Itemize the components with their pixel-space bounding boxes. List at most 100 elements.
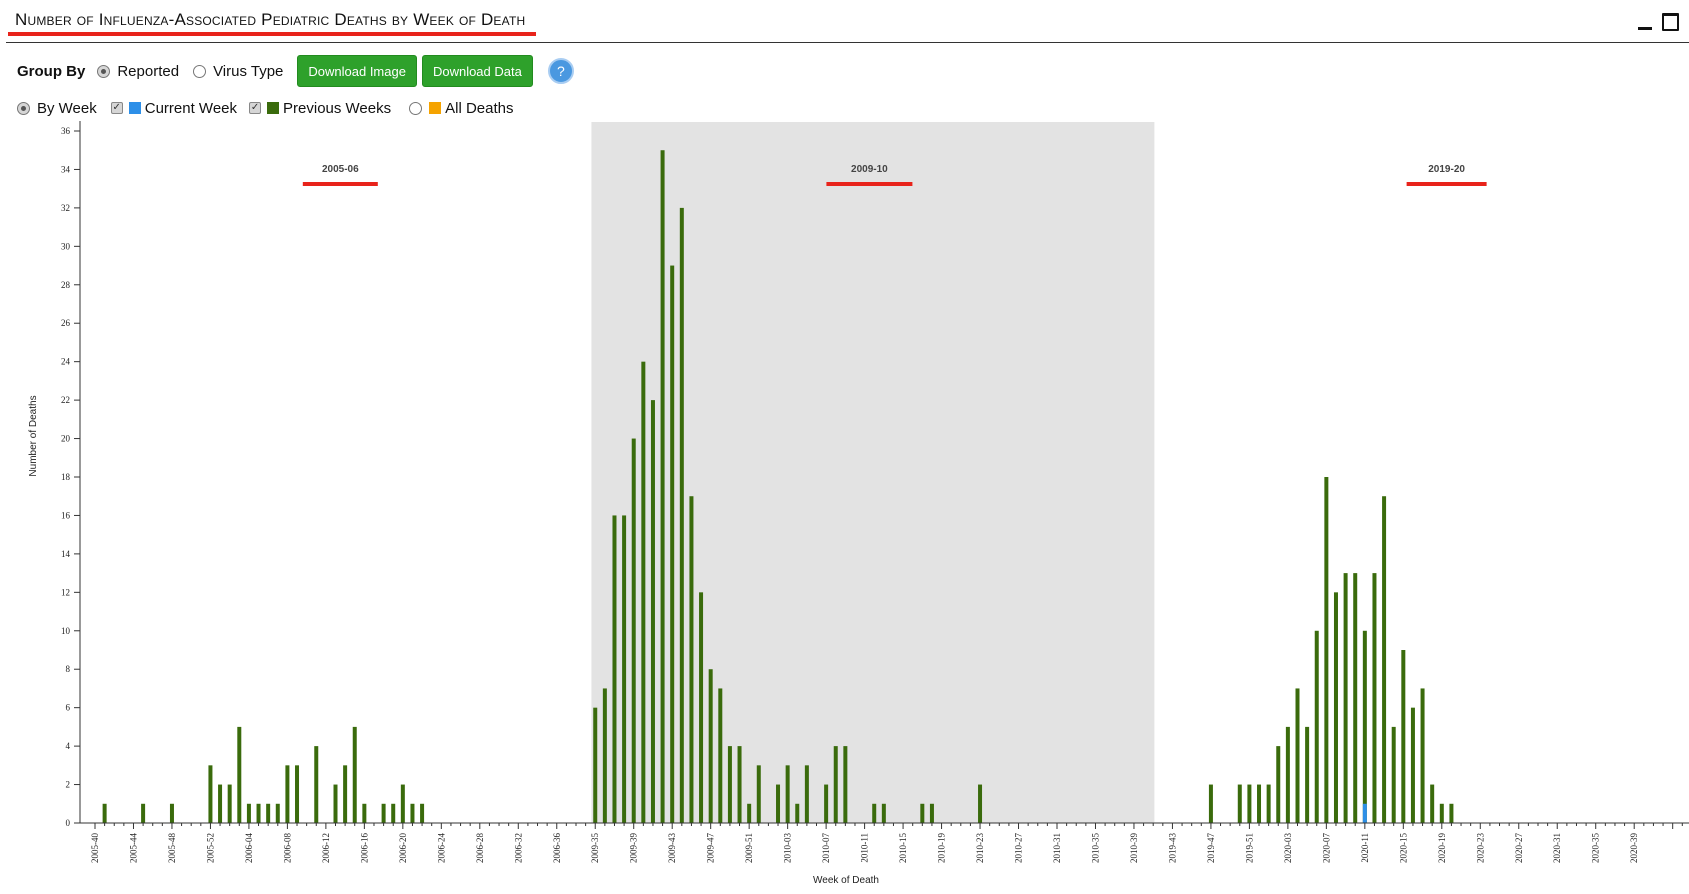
bar-previous-week [718, 688, 723, 823]
maximize-icon[interactable] [1662, 13, 1679, 31]
by-week-radio[interactable] [17, 101, 30, 115]
bar-previous-week [843, 746, 848, 823]
x-tick-label: 2006-12 [321, 833, 331, 863]
x-tick-label: 2010-15 [898, 833, 908, 863]
bar-previous-week [737, 746, 742, 823]
bar-previous-week [352, 726, 357, 823]
bar-previous-week [1247, 784, 1252, 823]
y-tick-label: 32 [61, 203, 70, 213]
x-tick-label: 2009-35 [590, 833, 600, 863]
panel-header: Number of Influenza-Associated Pediatric… [6, 0, 1689, 43]
virus-type-label: Virus Type [213, 62, 284, 80]
bar-previous-week [1324, 477, 1329, 823]
y-tick-label: 0 [66, 818, 71, 828]
y-tick-label: 28 [61, 280, 71, 290]
y-tick-label: 2 [66, 780, 71, 790]
reported-radio[interactable] [97, 64, 111, 78]
current-week-option[interactable]: ✓ Current Week [110, 100, 237, 117]
bar-previous-week [824, 784, 829, 823]
by-week-option[interactable]: By Week [17, 100, 97, 117]
bar-previous-week [1276, 746, 1281, 823]
bar-previous-week [218, 784, 223, 823]
bar-previous-week [872, 803, 877, 823]
previous-weeks-label: Previous Weeks [283, 99, 392, 117]
season-highlight-band [591, 122, 1155, 823]
x-tick-label: 2020-23 [1475, 833, 1485, 863]
bar-previous-week [362, 803, 367, 823]
y-tick-label: 26 [61, 318, 71, 328]
previous-weeks-swatch [267, 102, 280, 114]
reported-option[interactable]: Reported [97, 63, 179, 80]
y-tick-label: 8 [66, 664, 71, 674]
legend-controls: By Week ✓ Current Week ✓ Previous Weeks … [17, 96, 528, 120]
bar-previous-week [420, 803, 425, 823]
current-week-checkbox[interactable]: ✓ [110, 102, 123, 114]
previous-weeks-option[interactable]: ✓ Previous Weeks [249, 100, 391, 117]
bar-previous-week [1353, 573, 1358, 823]
help-icon[interactable]: ? [547, 58, 574, 84]
y-tick-label: 4 [66, 741, 71, 751]
deaths-bar-chart: 0246810121416182022242628303234362005-40… [28, 121, 1689, 886]
all-deaths-radio[interactable] [409, 101, 423, 115]
bar-previous-week [1362, 630, 1367, 823]
y-tick-label: 22 [61, 395, 70, 405]
x-tick-label: 2010-27 [1014, 833, 1024, 863]
x-tick-label: 2010-19 [937, 833, 947, 863]
x-tick-label: 2006-28 [475, 833, 485, 863]
bar-previous-week [602, 688, 607, 823]
page-title: Number of Influenza-Associated Pediatric… [15, 10, 526, 29]
season-label: 2005-06 [322, 164, 359, 175]
x-tick-label: 2020-27 [1514, 833, 1524, 863]
download-data-button[interactable]: Download Data [421, 55, 533, 87]
bar-previous-week [266, 803, 271, 823]
bar-previous-week [1257, 784, 1262, 823]
bar-previous-week [391, 803, 396, 823]
bar-previous-week [169, 803, 174, 823]
bar-current-week [1362, 803, 1367, 823]
x-tick-label: 2006-36 [552, 833, 562, 863]
bar-previous-week [343, 765, 348, 823]
season-label: 2019-20 [1428, 164, 1465, 175]
x-tick-label: 2009-39 [629, 833, 639, 863]
bar-previous-week [708, 669, 713, 823]
download-image-button[interactable]: Download Image [297, 55, 417, 87]
x-tick-label: 2020-11 [1360, 833, 1370, 863]
all-deaths-option[interactable]: All Deaths [409, 100, 514, 117]
bar-previous-week [1208, 784, 1213, 823]
bar-previous-week [1439, 803, 1444, 823]
y-tick-label: 24 [61, 357, 71, 367]
x-tick-label: 2010-31 [1052, 833, 1062, 863]
x-tick-label: 2010-39 [1129, 833, 1139, 863]
bar-previous-week [920, 803, 925, 823]
y-tick-label: 6 [66, 703, 71, 713]
y-axis-title: Number of Deaths [28, 395, 39, 476]
group-by-label: Group By [17, 62, 86, 80]
virus-type-option[interactable]: Virus Type [193, 63, 283, 80]
x-axis-title: Week of Death [813, 875, 879, 886]
x-tick-label: 2019-51 [1244, 833, 1254, 863]
bar-previous-week [747, 803, 752, 823]
bar-previous-week [1420, 688, 1425, 823]
y-tick-label: 12 [61, 587, 70, 597]
minimize-icon[interactable] [1638, 17, 1652, 31]
bar-previous-week [141, 803, 146, 823]
season-annotation-underline [302, 182, 378, 186]
bar-previous-week [1449, 803, 1454, 823]
bar-previous-week [256, 803, 261, 823]
y-tick-label: 14 [61, 549, 71, 559]
x-tick-label: 2020-07 [1321, 833, 1331, 863]
window-controls [1638, 13, 1679, 31]
previous-weeks-checkbox[interactable]: ✓ [249, 102, 262, 114]
reported-label: Reported [117, 62, 180, 80]
by-week-label: By Week [37, 99, 97, 117]
x-tick-label: 2006-20 [398, 833, 408, 863]
bar-previous-week [275, 803, 280, 823]
bar-previous-week [1372, 573, 1377, 823]
x-tick-label: 2010-11 [860, 833, 870, 863]
bar-previous-week [660, 150, 665, 823]
bar-previous-week [1237, 784, 1242, 823]
bar-previous-week [622, 515, 627, 823]
current-week-swatch [128, 102, 141, 114]
x-tick-label: 2009-43 [667, 833, 677, 863]
virus-type-radio[interactable] [193, 64, 207, 78]
